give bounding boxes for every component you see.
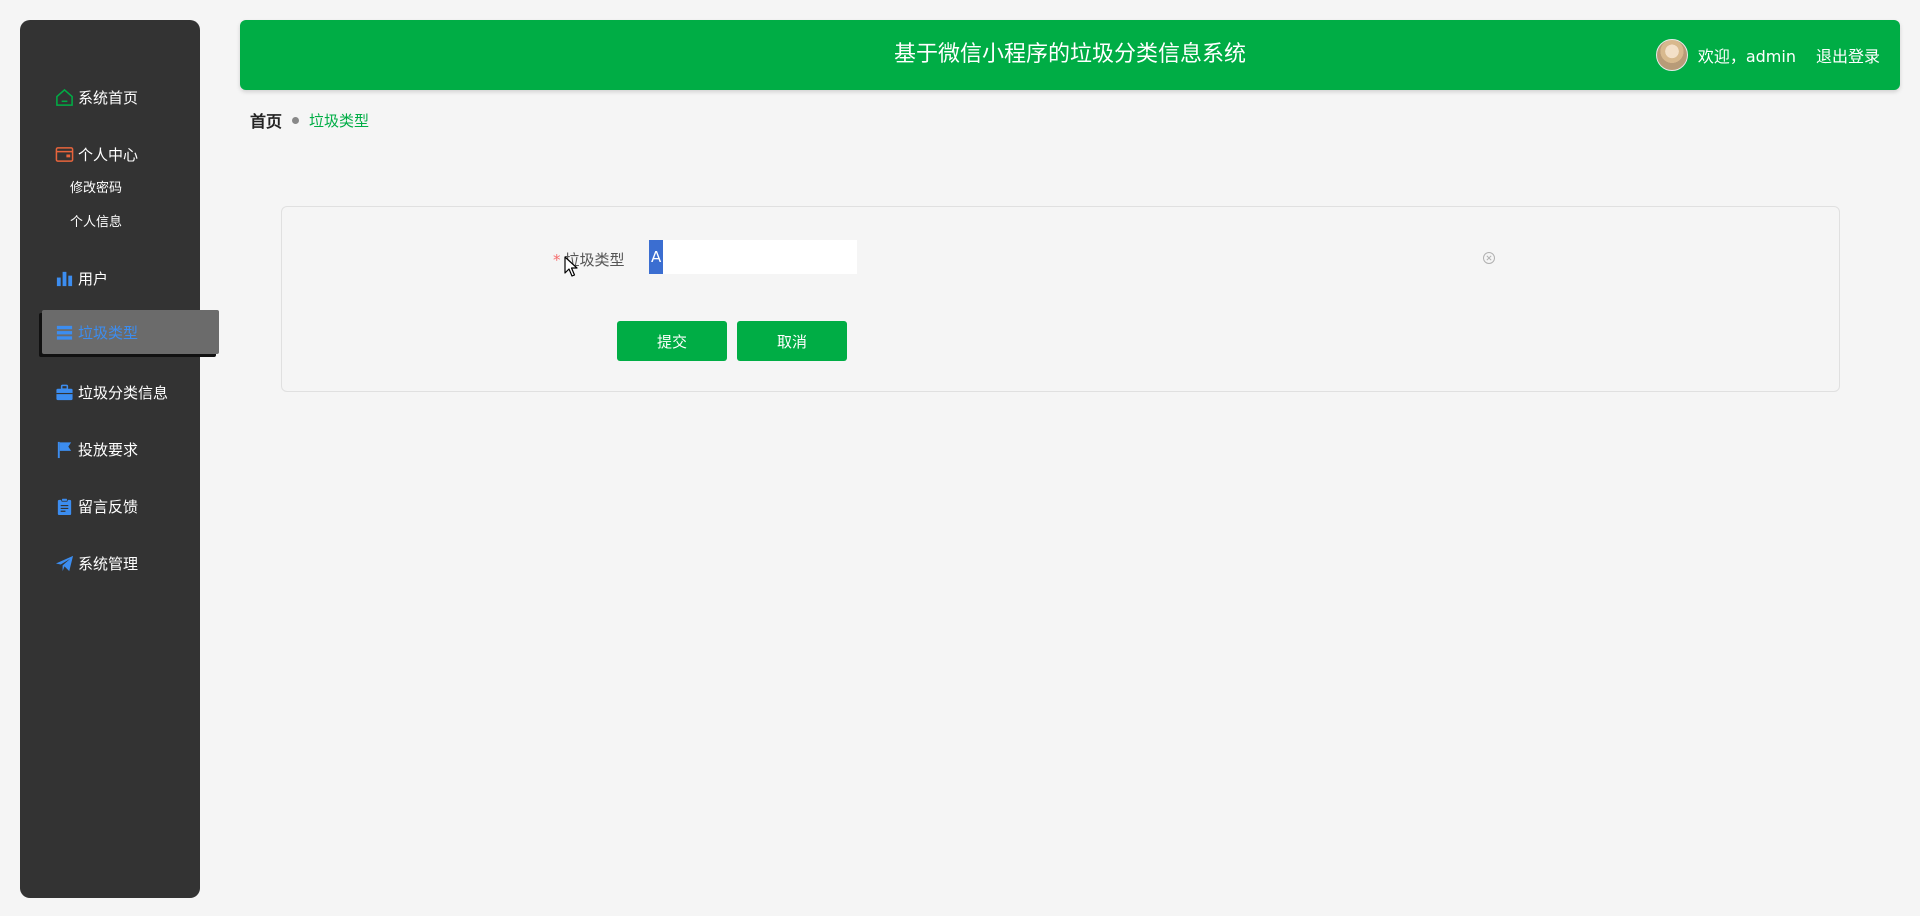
sidebar-item-disposal-requirements[interactable]: 投放要求 [20,427,200,471]
send-icon [54,553,74,573]
sidebar-item-system-management[interactable]: 系统管理 [20,541,200,585]
breadcrumb-separator-icon [292,116,300,124]
avatar [1655,39,1688,71]
briefcase-icon [54,382,74,402]
garbage-type-input[interactable]: A [649,240,857,274]
sidebar-item-label: 留言反馈 [78,497,139,516]
list-icon [54,322,74,342]
flag-icon [54,439,74,459]
sidebar-subitem-change-password[interactable]: 修改密码 [70,177,122,196]
bar-chart-icon [54,268,74,288]
sidebar-item-garbage-info[interactable]: 垃圾分类信息 [20,370,200,414]
sidebar-item-label: 用户 [78,269,109,288]
submit-button[interactable]: 提交 [617,321,727,361]
mouse-cursor-icon [564,256,578,278]
sidebar: 系统首页 个人中心 修改密码 个人信息 用户 垃圾类型 垃圾分类信息 投放要求 [20,20,219,898]
breadcrumb: 首页 垃圾类型 [250,108,369,132]
sidebar-item-profile[interactable]: 个人中心 [20,132,200,176]
sidebar-item-label: 投放要求 [78,440,139,459]
clipboard-icon [54,496,74,516]
garbage-type-input-value: A [649,240,664,274]
user-area: 欢迎，admin 退出登录 [1655,20,1880,90]
top-header: 基于微信小程序的垃圾分类信息系统 欢迎，admin 退出登录 [240,20,1900,90]
sidebar-item-label: 系统管理 [78,554,139,573]
welcome-text: 欢迎，admin [1697,47,1796,66]
sidebar-item-label: 垃圾分类信息 [78,383,169,402]
breadcrumb-current: 垃圾类型 [309,111,370,130]
sidebar-item-label: 垃圾类型 [78,323,139,342]
sidebar-item-label: 系统首页 [78,88,139,107]
form-card: * 垃圾类型 A 提交 取消 [281,206,1840,392]
clear-icon[interactable] [1482,250,1496,264]
sidebar-item-label: 个人中心 [78,145,139,164]
required-mark: * [553,251,561,269]
sidebar-item-home[interactable]: 系统首页 [20,75,200,119]
sidebar-item-garbage-type[interactable]: 垃圾类型 [42,310,219,354]
home-icon [54,87,74,107]
cancel-button[interactable]: 取消 [737,321,847,361]
sidebar-subitem-personal-info[interactable]: 个人信息 [70,211,122,230]
breadcrumb-home[interactable]: 首页 [250,108,282,132]
logout-button[interactable]: 退出登录 [1816,43,1880,67]
sidebar-item-feedback[interactable]: 留言反馈 [20,484,200,528]
sidebar-item-users[interactable]: 用户 [20,256,200,300]
app-title: 基于微信小程序的垃圾分类信息系统 [893,42,1246,67]
wallet-icon [54,144,74,164]
